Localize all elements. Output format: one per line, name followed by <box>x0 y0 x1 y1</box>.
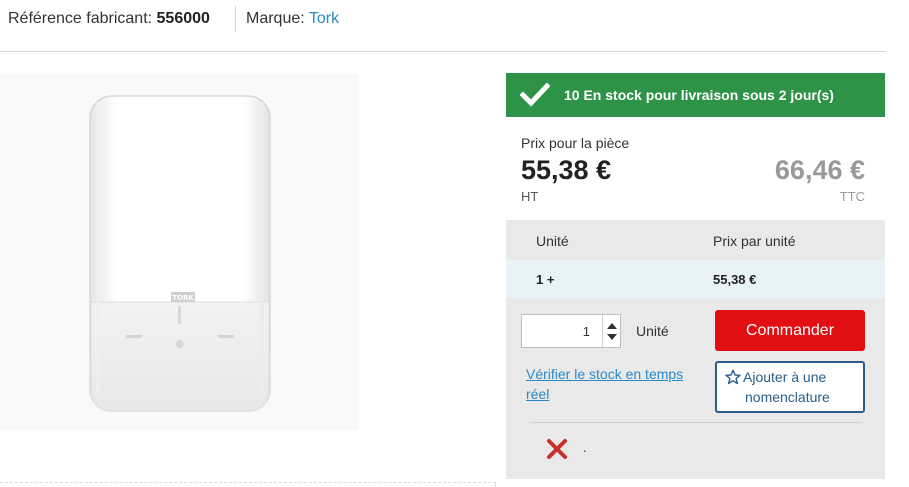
price-label: Prix pour la pièce <box>521 135 630 151</box>
ttc-label: TTC <box>839 189 865 204</box>
column-header-unit: Unité <box>536 233 569 249</box>
product-header: Référence fabricant: 556000 Marque: Tork <box>0 0 886 52</box>
star-outline-icon <box>725 369 741 385</box>
reference-label: Référence fabricant: <box>8 10 153 27</box>
price-table-header: Unité Prix par unité <box>506 220 885 260</box>
row-unit-price: 55,38 € <box>713 272 757 287</box>
quantity-unit-label: Unité <box>636 323 669 339</box>
check-stock-link[interactable]: Vérifier le stock en temps réel <box>526 364 696 404</box>
header-separator <box>235 6 236 32</box>
image-divider <box>0 482 496 483</box>
tork-logo: TORK <box>172 294 194 302</box>
red-x-icon[interactable] <box>546 438 568 460</box>
price-box: Prix pour la pièce 55,38 € HT 66,46 € TT… <box>506 117 885 220</box>
quantity-stepper[interactable]: 1 <box>521 314 621 348</box>
table-row: 1 + 55,38 € <box>506 260 885 298</box>
brand-label: Marque: <box>246 10 305 27</box>
row-unit: 1 + <box>536 272 555 287</box>
reference-value: 556000 <box>156 10 210 27</box>
quantity-input[interactable]: 1 <box>583 324 590 339</box>
price-ttc: 66,46 € <box>774 155 865 185</box>
stock-status: 10 En stock pour livraison sous 2 jour(s… <box>564 87 834 103</box>
divider <box>531 422 861 423</box>
nomenclature-label: Ajouter à une nomenclature <box>743 367 861 407</box>
order-area: Unité Prix par unité 1 + 55,38 € 1 Unité… <box>506 220 885 479</box>
order-button[interactable]: Commander <box>715 310 865 351</box>
add-to-nomenclature-button[interactable]: Ajouter à une nomenclature <box>715 361 865 413</box>
brand: Marque: Tork <box>246 10 339 28</box>
tork-dispenser-image: TORK <box>0 74 358 430</box>
brand-link[interactable]: Tork <box>309 10 339 27</box>
image-divider-end <box>495 482 496 487</box>
product-image[interactable]: TORK <box>0 74 358 430</box>
price-ht: 55,38 € <box>521 155 612 185</box>
trailing-text: . <box>583 440 587 455</box>
checkmark-icon <box>520 83 550 107</box>
nomenclature-label-line1: Ajouter à une <box>743 369 827 385</box>
nomenclature-label-line2: nomenclature <box>745 389 830 405</box>
stock-banner: 10 En stock pour livraison sous 2 jour(s… <box>506 73 885 117</box>
purchase-panel: 10 En stock pour livraison sous 2 jour(s… <box>506 73 885 479</box>
decrement-arrow-icon[interactable] <box>607 334 617 340</box>
increment-arrow-icon[interactable] <box>607 323 617 329</box>
quantity-spinner[interactable] <box>602 315 620 347</box>
manufacturer-reference: Référence fabricant: 556000 <box>8 10 210 28</box>
column-header-unit-price: Prix par unité <box>713 233 796 249</box>
ht-label: HT <box>521 189 539 204</box>
